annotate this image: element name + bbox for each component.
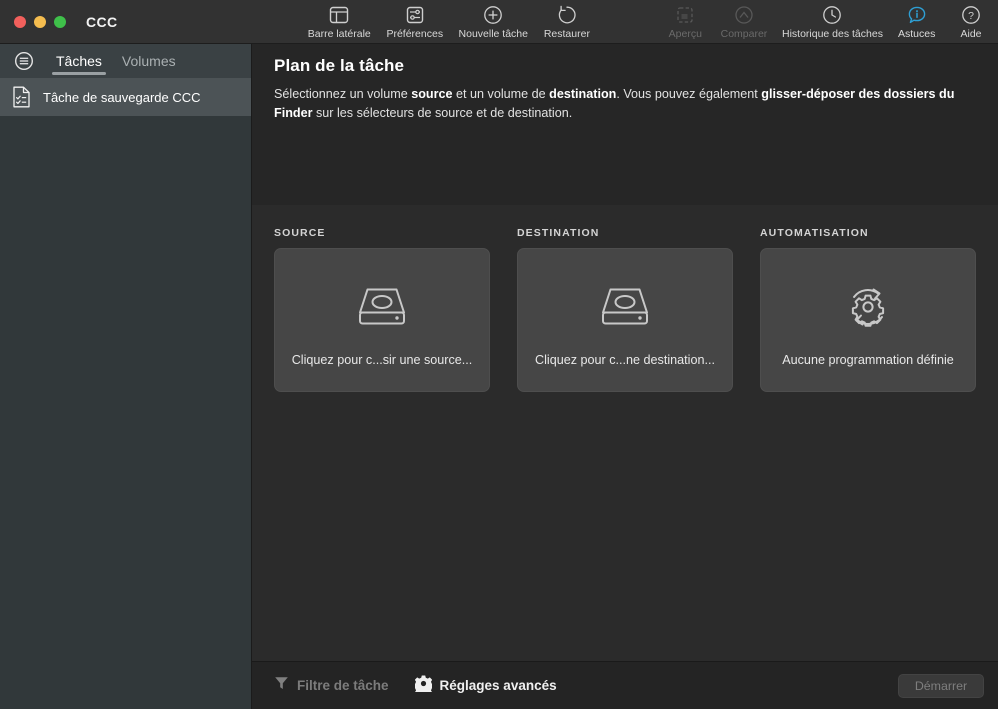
desc-part-1: Sélectionnez un volume (274, 87, 412, 101)
toolbar-item-help[interactable]: ? Aide (944, 0, 998, 40)
page-description: Sélectionnez un volume source et un volu… (274, 85, 976, 123)
source-column: SOURCE Cliquez pour c...sir une source..… (274, 227, 490, 392)
toolbar-item-restore[interactable]: Restaurer (536, 0, 599, 40)
toolbar-item-sidebar-label: Barre latérale (307, 28, 371, 40)
automation-section-label: AUTOMATISATION (760, 227, 869, 239)
app-title: CCC (86, 13, 118, 30)
toolbar-item-restore-label: Restaurer (543, 28, 590, 40)
source-selector-label: Cliquez pour c...sir une source... (291, 353, 473, 367)
toolbar-item-task-history-label: Historique des tâches (781, 28, 883, 40)
content-header: Plan de la tâche Sélectionnez un volume … (252, 44, 998, 205)
advanced-settings-button[interactable]: Réglages avancés (412, 675, 557, 697)
funnel-icon (274, 675, 289, 696)
task-document-icon (10, 85, 32, 109)
hard-drive-icon (597, 273, 653, 341)
sliders-icon (405, 3, 425, 27)
plus-circle-icon (483, 3, 503, 27)
toolbar-item-tips[interactable]: Astuces (889, 0, 944, 40)
desc-strong-destination: destination (549, 87, 617, 101)
toolbar-item-preferences[interactable]: Préférences (378, 0, 451, 40)
sidebar-tab-volumes-label: Volumes (121, 53, 176, 69)
clock-icon (822, 3, 842, 27)
task-plan-panel: SOURCE Cliquez pour c...sir une source..… (252, 205, 998, 661)
source-selector[interactable]: Cliquez pour c...sir une source... (274, 248, 490, 392)
restore-arrow-icon (557, 3, 577, 27)
ccc-app-window: CCC Barre latérale Préférences Nouvelle … (0, 0, 998, 709)
minimize-button[interactable] (34, 15, 46, 28)
gear-refresh-icon (839, 273, 897, 341)
desc-part-4: sur les sélecteurs de source et de desti… (312, 105, 573, 120)
destination-selector-label: Cliquez pour c...ne destination... (535, 353, 715, 367)
hard-drive-icon (354, 273, 410, 341)
source-section-label: SOURCE (274, 227, 326, 239)
compare-icon (734, 3, 754, 27)
toolbar-item-compare-label: Comparer (720, 28, 768, 40)
sidebar-icon (329, 3, 349, 27)
hamburger-circle-icon[interactable] (14, 51, 34, 71)
task-filter-button[interactable]: Filtre de tâche (274, 675, 389, 696)
sidebar-tab-tasks-label: Tâches (56, 53, 102, 69)
toolbar-item-new-task-label: Nouvelle tâche (458, 28, 528, 40)
toolbar-item-tips-label: Astuces (897, 28, 936, 40)
toolbar-item-task-history[interactable]: Historique des tâches (776, 0, 890, 40)
destination-section-label: DESTINATION (517, 227, 600, 239)
toolbar-item-preview: Aperçu (658, 0, 712, 40)
info-bubble-icon (907, 3, 927, 27)
toolbar-item-preview-label: Aperçu (668, 28, 702, 40)
sidebar-tab-tasks[interactable]: Tâches (46, 44, 112, 78)
automation-selector-label: Aucune programmation définie (782, 353, 954, 367)
sidebar-item-backup-task-label: Tâche de sauvegarde CCC (43, 89, 201, 105)
sidebar-tabs: Tâches Volumes (0, 44, 251, 78)
start-button[interactable]: Démarrer (898, 673, 984, 698)
preview-icon (675, 3, 695, 27)
sidebar: Tâches Volumes Tâche de sauvegarde CCC (0, 44, 252, 709)
titlebar: CCC Barre latérale Préférences Nouvelle … (0, 0, 998, 44)
advanced-settings-label: Réglages avancés (439, 678, 557, 693)
desc-strong-source: source (411, 87, 453, 101)
close-button[interactable] (14, 15, 26, 28)
toolbar-item-help-label: Aide (960, 28, 982, 40)
toolbar-item-compare: Comparer (712, 0, 775, 40)
window-body: Tâches Volumes Tâche de sauvegarde CCC P… (0, 44, 998, 709)
toolbar-item-sidebar[interactable]: Barre latérale (300, 0, 378, 40)
destination-column: DESTINATION Cliquez pour c...ne destinat… (517, 227, 733, 392)
svg-text:?: ? (968, 10, 974, 22)
sidebar-tab-volumes[interactable]: Volumes (112, 44, 186, 78)
toolbar-item-preferences-label: Préférences (386, 28, 444, 40)
desc-part-2: et un volume de (452, 87, 550, 101)
automation-column: AUTOMATISATION Aucune programmation défi… (760, 227, 976, 392)
toolbar: Barre latérale Préférences Nouvelle tâch… (300, 0, 998, 44)
sidebar-item-backup-task[interactable]: Tâche de sauvegarde CCC (0, 78, 251, 116)
toolbar-item-new-task[interactable]: Nouvelle tâche (451, 0, 535, 40)
automation-selector[interactable]: Aucune programmation définie (760, 248, 976, 392)
selector-cards: SOURCE Cliquez pour c...sir une source..… (274, 227, 976, 392)
desc-part-3: . Vous pouvez également (616, 87, 762, 101)
page-title: Plan de la tâche (274, 56, 405, 75)
start-button-label: Démarrer (914, 678, 968, 693)
window-controls (0, 15, 66, 28)
zoom-button[interactable] (54, 15, 66, 28)
gear-icon (412, 675, 434, 697)
destination-selector[interactable]: Cliquez pour c...ne destination... (517, 248, 733, 392)
question-circle-icon: ? (961, 3, 981, 27)
main-content: Plan de la tâche Sélectionnez un volume … (252, 44, 998, 709)
task-filter-label: Filtre de tâche (297, 678, 389, 693)
footer-bar: Filtre de tâche Réglages avancés Démarre… (252, 661, 998, 709)
sidebar-task-list: Tâche de sauvegarde CCC (0, 78, 251, 709)
